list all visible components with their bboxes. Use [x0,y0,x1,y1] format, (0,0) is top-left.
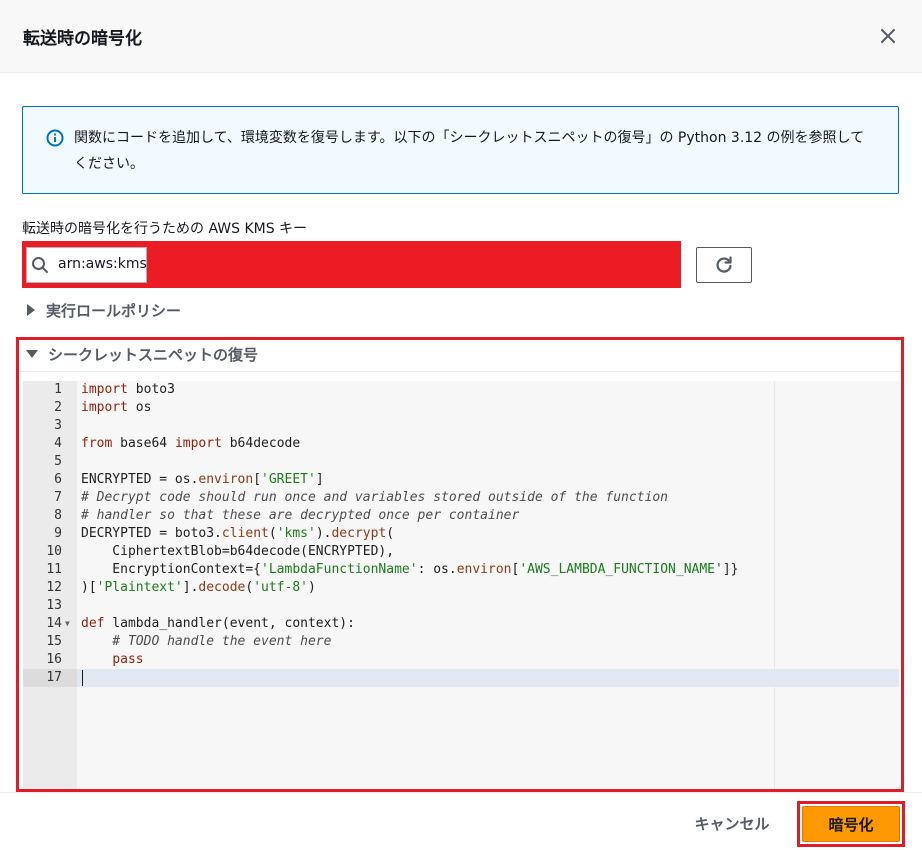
line-number: 4 [54,436,62,451]
search-icon [32,257,48,273]
dialog-title: 転送時の暗号化 [23,29,142,49]
code-line: 14 ▼ def lambda_handler(event, context): [23,615,899,633]
code-editor[interactable]: 1 import boto3 2 import os 3 4 from base64 imp… [23,381,899,789]
info-text: 関数にコードを追加して、環境変数を復号します。以下の「シークレットスニペットの復… [74,130,865,172]
code-line: 9 DECRYPTED = boto3.client('kms').decrypt… [23,525,899,543]
line-number: 13 [46,598,62,613]
code-line: 7 # Decrypt code should run once and vari… [23,489,899,507]
code-text: )['Plaintext'].decode('utf-8') [81,580,316,595]
refresh-icon [716,256,732,273]
code-line: 11 EncryptionContext={'LambdaFunctionNam… [23,561,899,579]
line-number: 3 [54,418,62,433]
line-number: 10 [46,544,62,559]
line-number: 6 [54,472,62,487]
line-number: 17 [46,670,62,685]
code-line: 17 [23,669,899,687]
expander-execution-role-policy[interactable]: 実行ロールポリシー [26,299,181,321]
dialog-header: 転送時の暗号化 [0,0,922,73]
code-line: 6 ENCRYPTED = os.environ['GREET'] [23,471,899,489]
info-alert: 関数にコードを追加して、環境変数を復号します。以下の「シークレットスニペットの復… [22,106,899,194]
line-number: 5 [54,454,62,469]
code-text: pass [112,652,144,667]
code-line: 12 )['Plaintext'].decode('utf-8') [23,579,899,597]
code-line: 3 [23,417,899,435]
line-number: 8 [54,508,62,523]
code-text: import boto3 [81,382,175,397]
close-icon [881,29,895,43]
line-number: 12 [46,580,62,595]
kms-key-label: 転送時の暗号化を行うための AWS KMS キー [22,221,308,237]
code-line: 5 [23,453,899,471]
code-text: EncryptionContext={'LambdaFunctionName':… [81,562,739,577]
fold-toggle-icon[interactable]: ▼ [65,615,70,633]
code-text: import os [81,400,152,415]
code-line: 2 import os [23,399,899,417]
divider [19,371,901,372]
code-line: 8 # handler so that these are decrypted o… [23,507,899,525]
code-text: ENCRYPTED = os.environ['GREET'] [81,472,324,487]
expander-decrypt-secret-snippet[interactable]: シークレットスニペットの復号 [26,343,258,365]
expander-label: シークレットスニペットの復号 [48,345,259,364]
info-icon [46,129,64,147]
close-button[interactable] [874,22,902,50]
caret-right-icon [27,304,35,316]
code-line: 13 [23,597,899,615]
text-cursor [82,670,83,686]
code-line: 10 CiphertextBlob=b64decode(ENCRYPTED), [23,543,899,561]
line-number: 15 [46,634,62,649]
code-text: CiphertextBlob=b64decode(ENCRYPTED), [81,544,395,559]
expander-label: 実行ロールポリシー [46,301,182,320]
code-line: 4 from base64 import b64decode [23,435,899,453]
refresh-button[interactable] [696,247,752,283]
divider [0,792,922,793]
line-number: 9 [54,526,62,541]
code-line: 16 pass [23,651,899,669]
code-line: 15 # TODO handle the event here [23,633,899,651]
caret-down-icon [26,350,38,358]
line-number: 1 [54,382,62,397]
code-text: def lambda_handler(event, context): [81,616,355,631]
line-number: 11 [46,562,62,577]
kms-key-value[interactable]: arn:aws:kms [58,256,147,272]
code-line: 1 import boto3 [23,381,899,399]
code-text: # Decrypt code should run once and varia… [81,490,668,505]
cancel-button[interactable]: キャンセル [684,808,780,838]
code-text: # handler so that these are decrypted on… [81,508,520,523]
line-number: 2 [54,400,62,415]
code-text: from base64 import b64decode [81,436,301,451]
line-number: 16 [46,652,62,667]
line-number: 14 [46,616,62,631]
code-text: DECRYPTED = boto3.client('kms').decrypt( [81,526,395,541]
code-text: # TODO handle the event here [81,634,332,649]
encrypt-button[interactable]: 暗号化 [802,806,900,842]
line-number: 7 [54,490,62,505]
